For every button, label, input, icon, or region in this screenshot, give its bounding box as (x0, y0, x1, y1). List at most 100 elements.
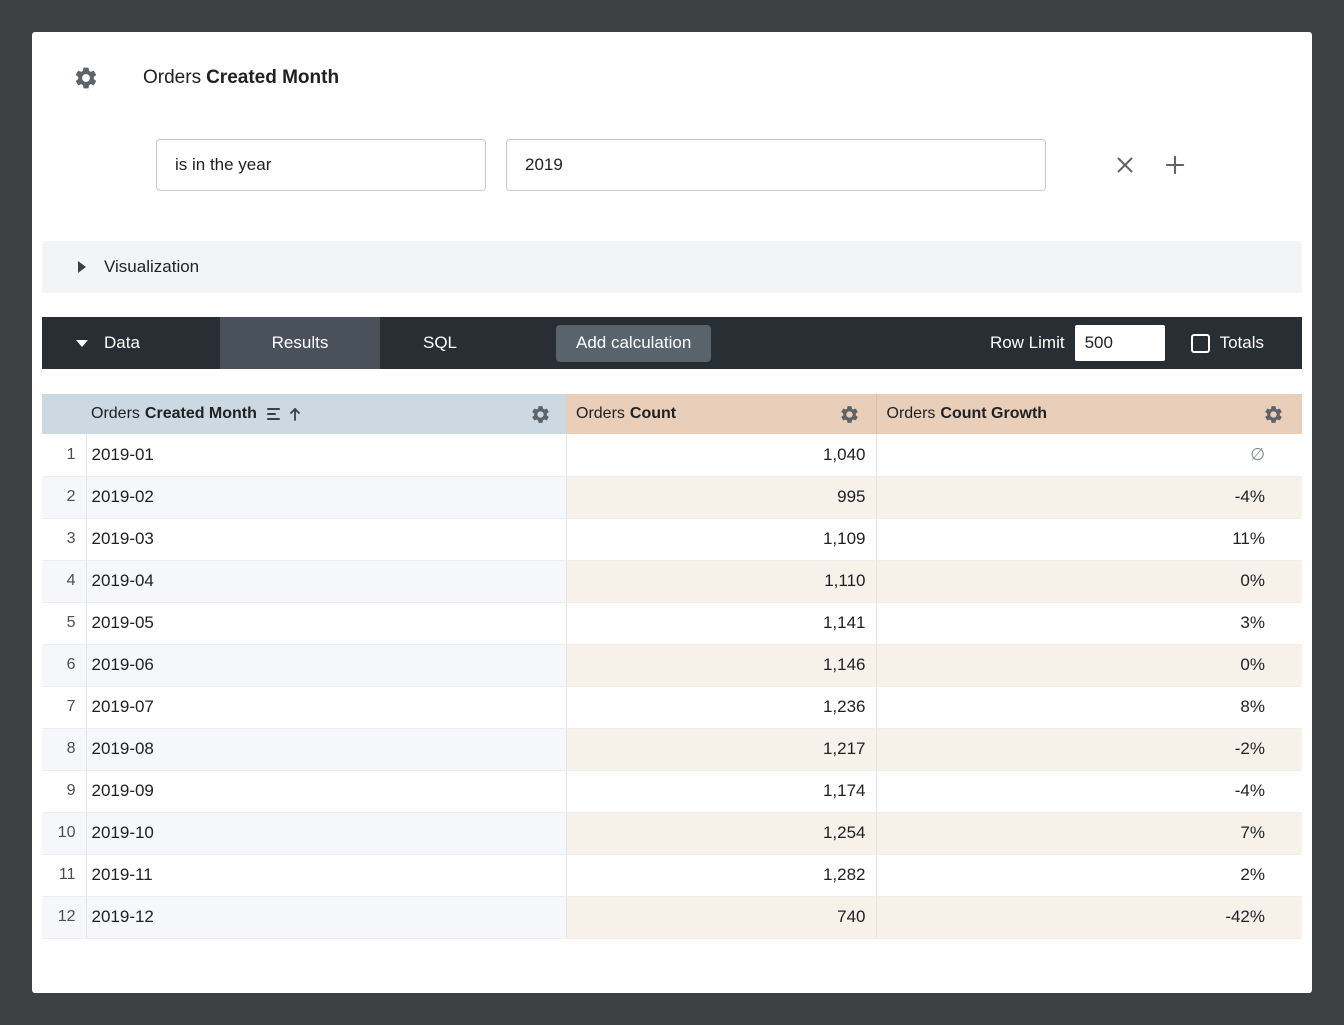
table-body: 1 2019-01 1,040 ∅ 2 2019-02 995 -4% 3 20… (42, 434, 1302, 938)
tab-sql[interactable]: SQL (380, 317, 500, 369)
visualization-section-toggle[interactable]: Visualization (42, 241, 1302, 293)
tab-results[interactable]: Results (220, 317, 380, 369)
count-cell[interactable]: 1,146 (566, 644, 876, 686)
arrow-up-icon (287, 406, 303, 422)
data-label: Data (104, 333, 140, 353)
month-cell[interactable]: 2019-10 (86, 812, 566, 854)
count-header-bold: Count (630, 405, 676, 423)
count-column-header[interactable]: Orders Count (566, 394, 876, 434)
count-cell[interactable]: 1,110 (566, 560, 876, 602)
month-cell[interactable]: 2019-03 (86, 518, 566, 560)
table-row: 2 2019-02 995 -4% (42, 476, 1302, 518)
table-row: 3 2019-03 1,109 11% (42, 518, 1302, 560)
caret-right-icon (78, 261, 86, 273)
gear-icon (1263, 404, 1284, 425)
table-row: 6 2019-06 1,146 0% (42, 644, 1302, 686)
month-cell[interactable]: 2019-07 (86, 686, 566, 728)
close-icon (1112, 152, 1138, 178)
count-cell[interactable]: 1,236 (566, 686, 876, 728)
row-number-cell: 3 (42, 518, 86, 560)
month-cell[interactable]: 2019-09 (86, 770, 566, 812)
count-cell[interactable]: 1,040 (566, 434, 876, 476)
totals-label[interactable]: Totals (1220, 333, 1264, 353)
explore-card: OrdersCreated Month Visualization Data R… (32, 32, 1312, 993)
dimension-column-header[interactable]: Orders Created Month (86, 394, 566, 434)
page-title-bold: Created Month (206, 67, 339, 88)
row-number-cell: 5 (42, 602, 86, 644)
filter-row (156, 139, 1312, 191)
count-header-regular: Orders (576, 405, 625, 423)
count-cell[interactable]: 1,254 (566, 812, 876, 854)
dimension-header-regular: Orders (91, 405, 140, 423)
growth-cell[interactable]: -2% (876, 728, 1302, 770)
month-cell[interactable]: 2019-06 (86, 644, 566, 686)
row-number-cell: 4 (42, 560, 86, 602)
table-row: 1 2019-01 1,040 ∅ (42, 434, 1302, 476)
count-gear-button[interactable] (836, 400, 864, 428)
month-cell[interactable]: 2019-08 (86, 728, 566, 770)
growth-gear-button[interactable] (1259, 400, 1287, 428)
growth-cell[interactable]: 0% (876, 560, 1302, 602)
growth-cell[interactable]: 2% (876, 854, 1302, 896)
month-cell[interactable]: 2019-02 (86, 476, 566, 518)
count-cell[interactable]: 1,282 (566, 854, 876, 896)
row-number-cell: 8 (42, 728, 86, 770)
count-cell[interactable]: 1,174 (566, 770, 876, 812)
row-number-cell: 12 (42, 896, 86, 938)
sort-lines-icon (266, 407, 281, 421)
row-number-cell: 10 (42, 812, 86, 854)
table-row: 8 2019-08 1,217 -2% (42, 728, 1302, 770)
remove-filter-button[interactable] (1110, 150, 1140, 180)
gear-icon (73, 65, 99, 91)
growth-header-bold: Count Growth (940, 405, 1047, 423)
month-cell[interactable]: 2019-12 (86, 896, 566, 938)
month-cell[interactable]: 2019-04 (86, 560, 566, 602)
gear-icon (839, 404, 860, 425)
data-section-toggle[interactable]: Data (42, 317, 220, 369)
dimension-gear-button[interactable] (526, 400, 554, 428)
filter-value-input[interactable] (506, 139, 1046, 191)
add-calculation-button[interactable]: Add calculation (556, 325, 711, 362)
row-number-cell: 11 (42, 854, 86, 896)
caret-down-icon (76, 340, 88, 347)
tab-results-label: Results (272, 333, 329, 353)
page-title-regular: Orders (143, 67, 201, 88)
growth-cell[interactable]: 7% (876, 812, 1302, 854)
table-row: 4 2019-04 1,110 0% (42, 560, 1302, 602)
row-number-cell: 7 (42, 686, 86, 728)
count-cell[interactable]: 1,109 (566, 518, 876, 560)
page-title: OrdersCreated Month (143, 67, 339, 89)
row-number-cell: 1 (42, 434, 86, 476)
row-number-header (42, 394, 86, 434)
visualization-label: Visualization (104, 257, 199, 277)
table-header-row: Orders Created Month (42, 394, 1302, 434)
results-table: Orders Created Month (42, 394, 1302, 939)
growth-cell[interactable]: 0% (876, 644, 1302, 686)
growth-cell[interactable]: -4% (876, 770, 1302, 812)
filter-condition-input[interactable] (156, 139, 486, 191)
count-cell[interactable]: 1,217 (566, 728, 876, 770)
growth-header-regular: Orders (887, 405, 936, 423)
data-toolbar: Data Results SQL Add calculation Row Lim… (42, 317, 1302, 369)
growth-cell[interactable]: 3% (876, 602, 1302, 644)
totals-checkbox[interactable] (1191, 334, 1210, 353)
growth-cell[interactable]: -42% (876, 896, 1302, 938)
growth-cell[interactable]: 11% (876, 518, 1302, 560)
tab-sql-label: SQL (423, 333, 457, 353)
month-cell[interactable]: 2019-05 (86, 602, 566, 644)
month-cell[interactable]: 2019-11 (86, 854, 566, 896)
table-row: 9 2019-09 1,174 -4% (42, 770, 1302, 812)
count-cell[interactable]: 1,141 (566, 602, 876, 644)
plus-icon (1161, 151, 1189, 179)
toolbar-right-group: Row Limit Totals (990, 325, 1302, 361)
row-limit-input[interactable] (1075, 325, 1165, 361)
growth-cell[interactable]: 8% (876, 686, 1302, 728)
growth-column-header[interactable]: Orders Count Growth (876, 394, 1302, 434)
growth-cell[interactable]: -4% (876, 476, 1302, 518)
month-cell[interactable]: 2019-01 (86, 434, 566, 476)
count-cell[interactable]: 995 (566, 476, 876, 518)
add-filter-button[interactable] (1160, 150, 1190, 180)
count-cell[interactable]: 740 (566, 896, 876, 938)
growth-cell[interactable]: ∅ (876, 434, 1302, 476)
field-settings-button[interactable] (72, 64, 100, 92)
